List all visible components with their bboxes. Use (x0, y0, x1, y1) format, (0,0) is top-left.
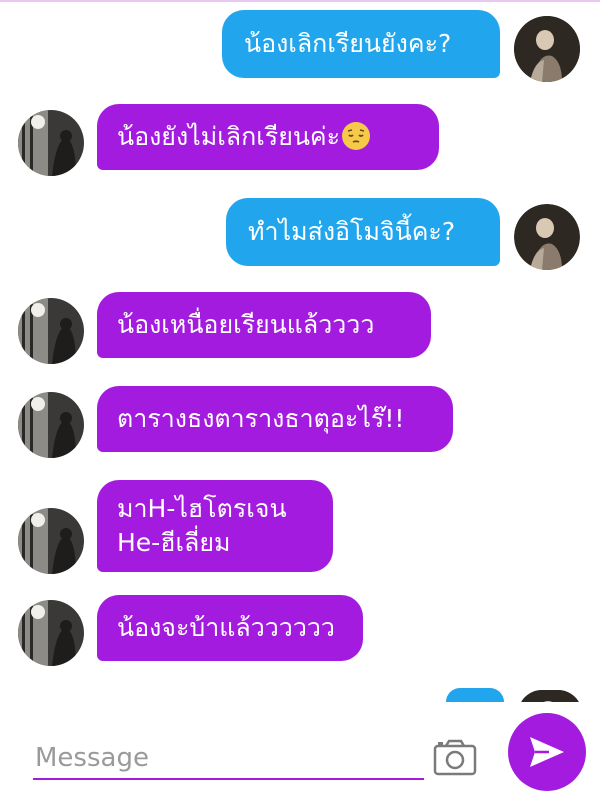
message-bubble-incoming[interactable]: ตารางธงตารางธาตุอะไร๊!! (97, 386, 453, 452)
avatar-contact[interactable] (18, 298, 84, 364)
message-bubble-incoming[interactable]: น้องเหนื่อยเรียนแล้วววว (97, 292, 431, 358)
camera-icon[interactable] (432, 738, 478, 778)
message-text: น้องเลิกเรียนยังคะ? (244, 29, 452, 58)
message-text: น้องจะบ้าแล้วววววว (117, 613, 335, 642)
message-bubble-incoming[interactable]: น้องจะบ้าแล้วววววว (97, 595, 363, 661)
avatar-contact[interactable] (18, 508, 84, 574)
message-composer (0, 702, 600, 806)
avatar-contact[interactable] (18, 600, 84, 666)
message-text: ตารางธงตารางธาตุอะไร๊!! (117, 404, 405, 433)
message-text-line: มาH-ไฮโตรเจน (117, 494, 287, 523)
message-input[interactable] (33, 738, 424, 780)
message-bubble-outgoing[interactable]: น้องเลิกเรียนยังคะ? (222, 10, 500, 78)
message-text: น้องยังไม่เลิกเรียนค่ะ (117, 122, 341, 151)
message-bubble-outgoing[interactable]: ทำไมส่งอิโมจินี้คะ? (226, 198, 500, 266)
avatar-self[interactable] (514, 16, 580, 82)
send-icon (530, 737, 564, 767)
avatar-contact[interactable] (18, 110, 84, 176)
message-text: น้องเหนื่อยเรียนแล้วววว (117, 310, 375, 339)
chat-screen: น้องเลิกเรียนยังคะ? น้องยังไม่เลิกเรียนค… (0, 0, 600, 806)
pensive-face-icon (342, 122, 371, 150)
avatar-self[interactable] (514, 204, 580, 270)
send-button[interactable] (508, 713, 586, 791)
message-bubble-incoming[interactable]: น้องยังไม่เลิกเรียนค่ะ (97, 104, 439, 170)
message-text: ทำไมส่งอิโมจินี้คะ? (248, 217, 456, 246)
message-bubble-incoming[interactable]: มาH-ไฮโตรเจน He-ฮีเลี่ยม (97, 480, 333, 572)
message-text-line: He-ฮีเลี่ยม (117, 528, 231, 557)
avatar-contact[interactable] (18, 392, 84, 458)
